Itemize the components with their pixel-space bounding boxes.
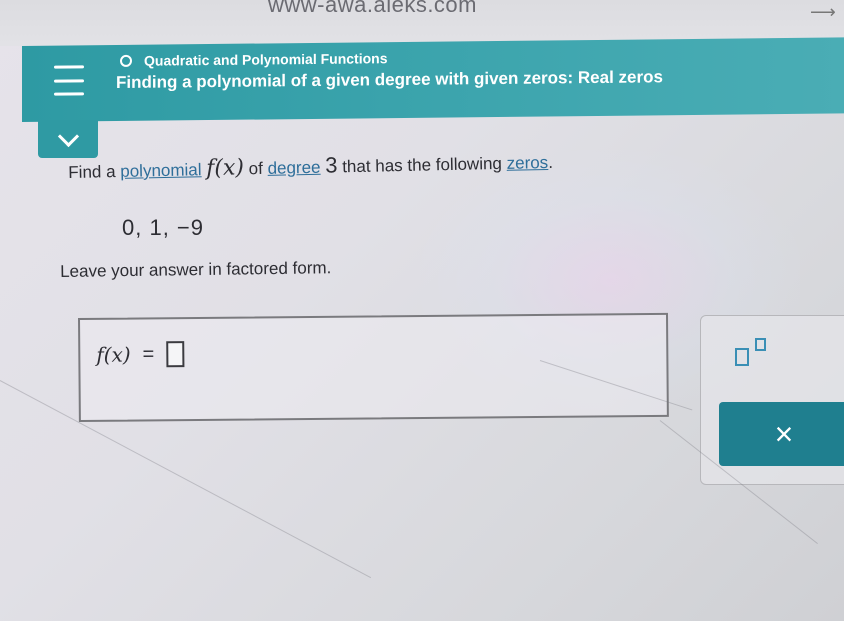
arrow-icon: ⟶ [810,2,836,22]
exponent-superscript-icon [755,338,766,351]
answer-lhs: f(x) [96,342,131,367]
function-notation: f(x) [205,155,245,182]
screen: www-awa.aleks.com ⟶ Quadratic and Polyno… [0,0,844,621]
question-part: that has the following [337,153,507,177]
instruction-text: Leave your answer in factored form. [60,258,332,281]
degree-value: 3 [324,152,338,178]
zeros-link[interactable]: zeros [506,153,548,173]
menu-bar-icon [54,65,84,69]
chevron-down-icon [57,125,79,147]
question-part: of [243,158,268,179]
zeros-list: 0, 1, −9 [122,215,205,240]
topic-label: Quadratic and Polynomial Functions [144,50,388,69]
answer-area[interactable]: f(x) = [78,312,669,422]
question-part: . [547,152,554,172]
equals-sign: = [142,342,155,365]
answer-expression: f(x) = [96,341,185,368]
menu-bar-icon [54,78,84,83]
exponent-button[interactable] [731,336,781,376]
math-tool-panel: × [700,315,844,485]
lesson-header: Quadratic and Polynomial Functions Findi… [22,37,844,122]
collapse-button[interactable] [38,120,98,158]
menu-bar-icon [54,92,84,96]
topic-row: Quadratic and Polynomial Functions [120,50,387,69]
clear-button[interactable]: × [719,402,844,466]
question-text: Find a polynomial f(x) of degree 3 that … [68,148,553,184]
question-part: Find a [68,161,121,182]
lesson-title: Finding a polynomial of a given degree w… [116,67,663,93]
url-text: www-awa.aleks.com [268,0,477,17]
circle-icon [120,54,132,67]
degree-link[interactable]: degree [267,158,320,178]
exponent-base-icon [735,348,749,366]
answer-input[interactable] [166,341,185,368]
polynomial-link[interactable]: polynomial [120,160,202,181]
menu-button[interactable] [54,65,84,96]
